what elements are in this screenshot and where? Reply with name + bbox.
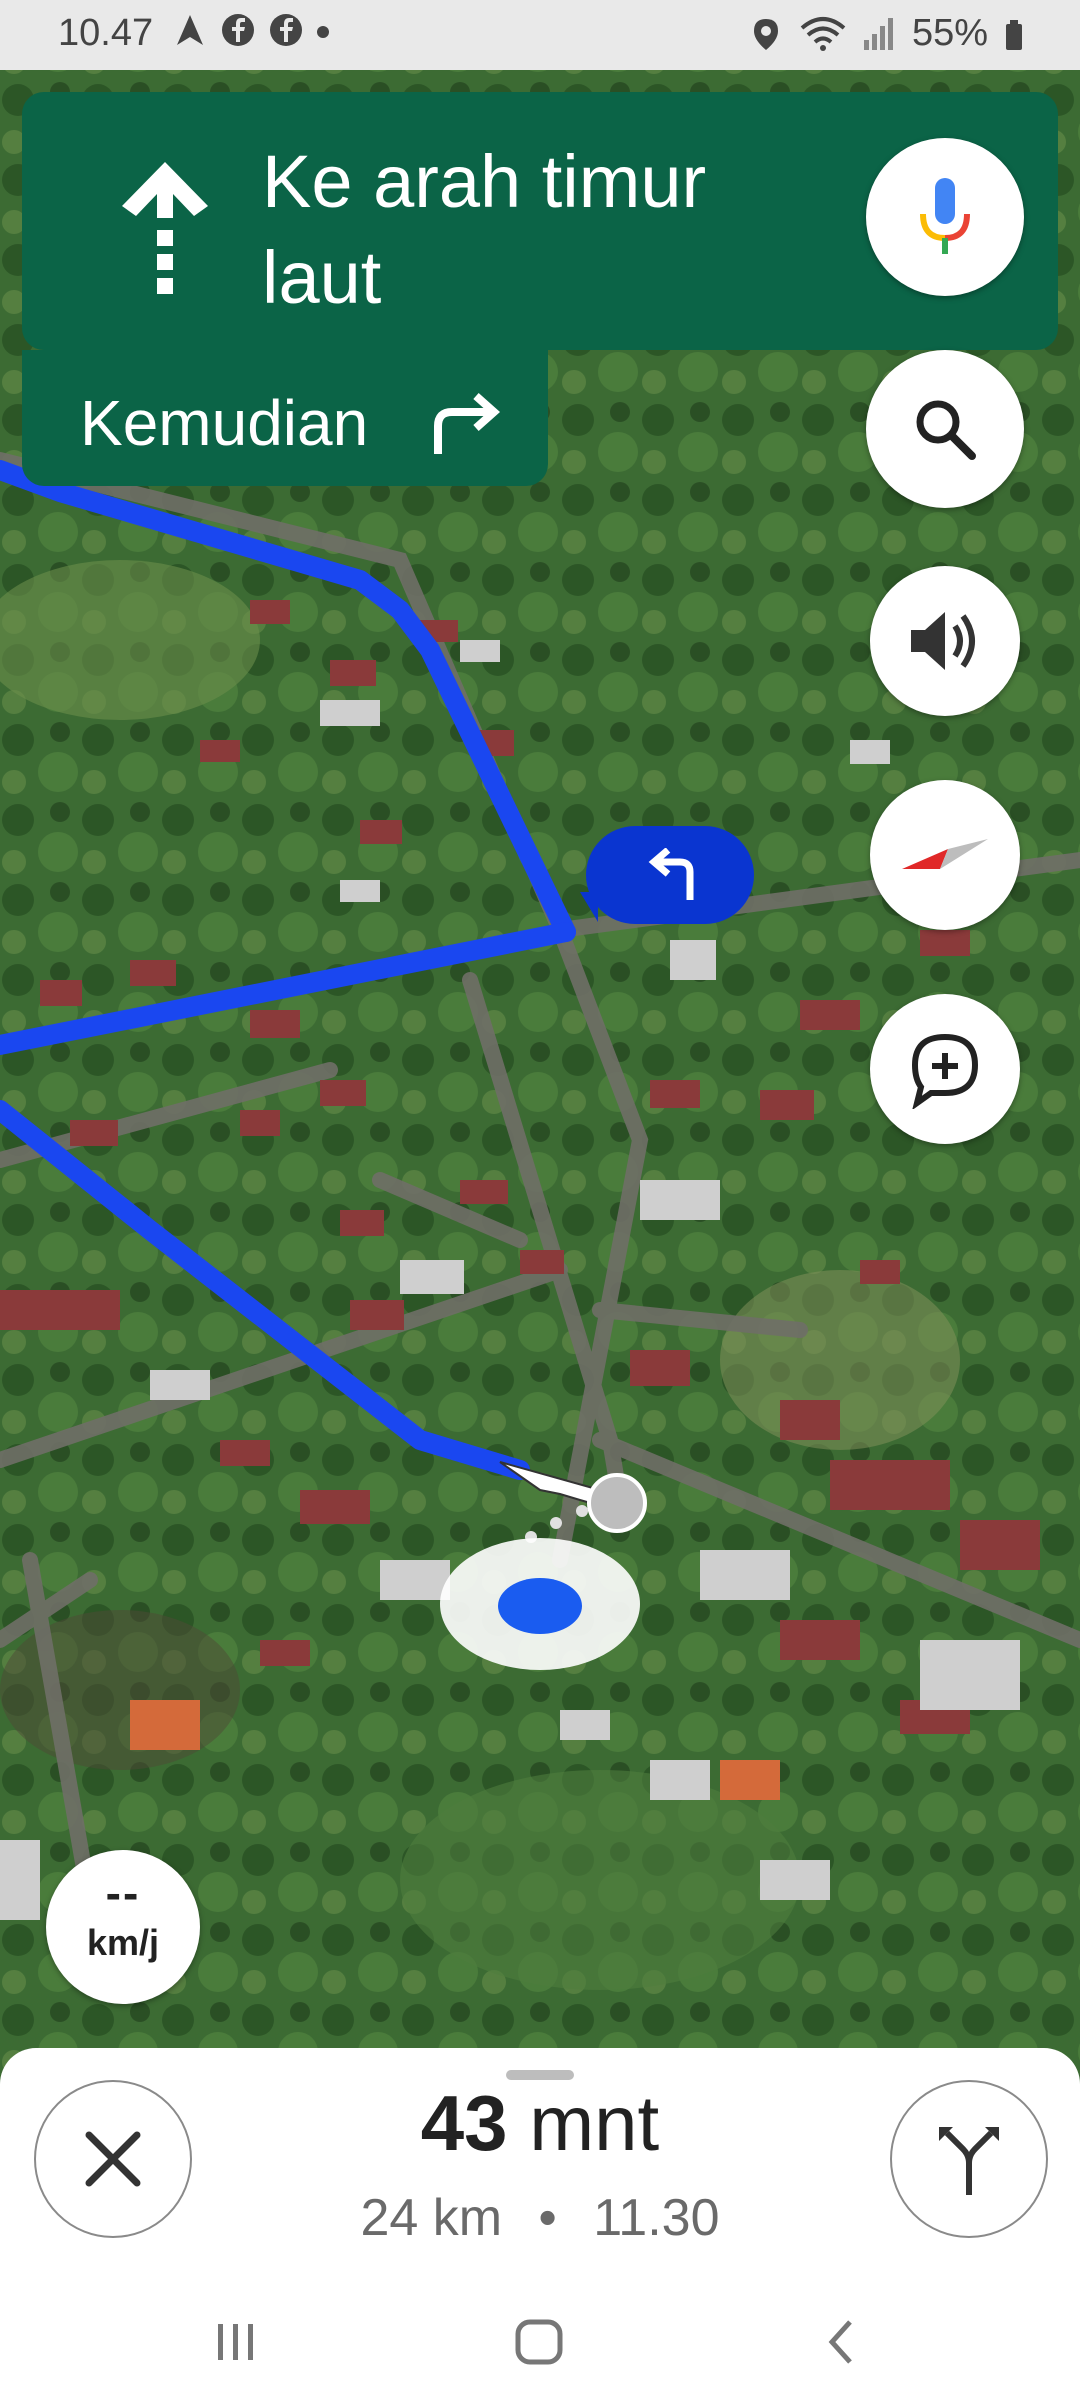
microphone-icon [920, 178, 970, 254]
arrival-time: 11.30 [593, 2189, 720, 2247]
trip-distance: 24 km [360, 2189, 503, 2247]
turn-callout[interactable] [580, 826, 754, 924]
home-icon[interactable] [512, 2318, 566, 2366]
battery-percent: 55% [911, 12, 988, 54]
instruction-text: Ke arah timur laut [262, 140, 707, 319]
duration-unit: mnt [529, 2079, 660, 2167]
signal-icon [863, 17, 893, 50]
location-icon [753, 18, 778, 50]
alternate-routes-button[interactable] [890, 2080, 1048, 2238]
battery-icon [1006, 19, 1022, 50]
next-maneuver-panel[interactable]: Kemudian [22, 350, 548, 486]
navigation-icon [177, 15, 203, 45]
trip-summary-sheet[interactable]: 43 mnt 24 km • 11.30 [0, 2048, 1080, 2288]
compass-icon [902, 839, 988, 869]
duration-value: 43 [420, 2079, 508, 2167]
facebook-icon [270, 14, 302, 46]
volume-button[interactable] [870, 566, 1020, 716]
speed-unit: km/j [86, 1922, 160, 1963]
volume-icon [911, 612, 975, 670]
search-button[interactable] [866, 350, 1024, 508]
add-report-icon [911, 1033, 979, 1109]
add-report-button[interactable] [870, 994, 1020, 1144]
status-time: 10.47 [58, 12, 154, 54]
recent-apps-icon[interactable] [212, 2318, 260, 2366]
status-bar: 10.47 55% [0, 0, 1080, 70]
speedometer: -- km/j [46, 1850, 200, 2004]
facebook-icon [222, 14, 254, 46]
dot-icon [317, 26, 329, 38]
then-label: Kemudian [80, 387, 369, 459]
wifi-icon [800, 16, 846, 51]
voice-search-button[interactable] [866, 138, 1024, 296]
straight-arrow-icon [122, 162, 208, 294]
speed-value: -- [105, 1867, 141, 1919]
trip-separator: • [538, 2189, 557, 2247]
system-navigation-bar [0, 2288, 1080, 2408]
search-icon [916, 400, 976, 460]
compass-button[interactable] [870, 780, 1020, 930]
alternate-routes-icon [939, 2127, 999, 2195]
turn-right-icon [434, 393, 501, 454]
turn-left-icon [648, 848, 694, 900]
back-icon[interactable] [818, 2318, 866, 2366]
